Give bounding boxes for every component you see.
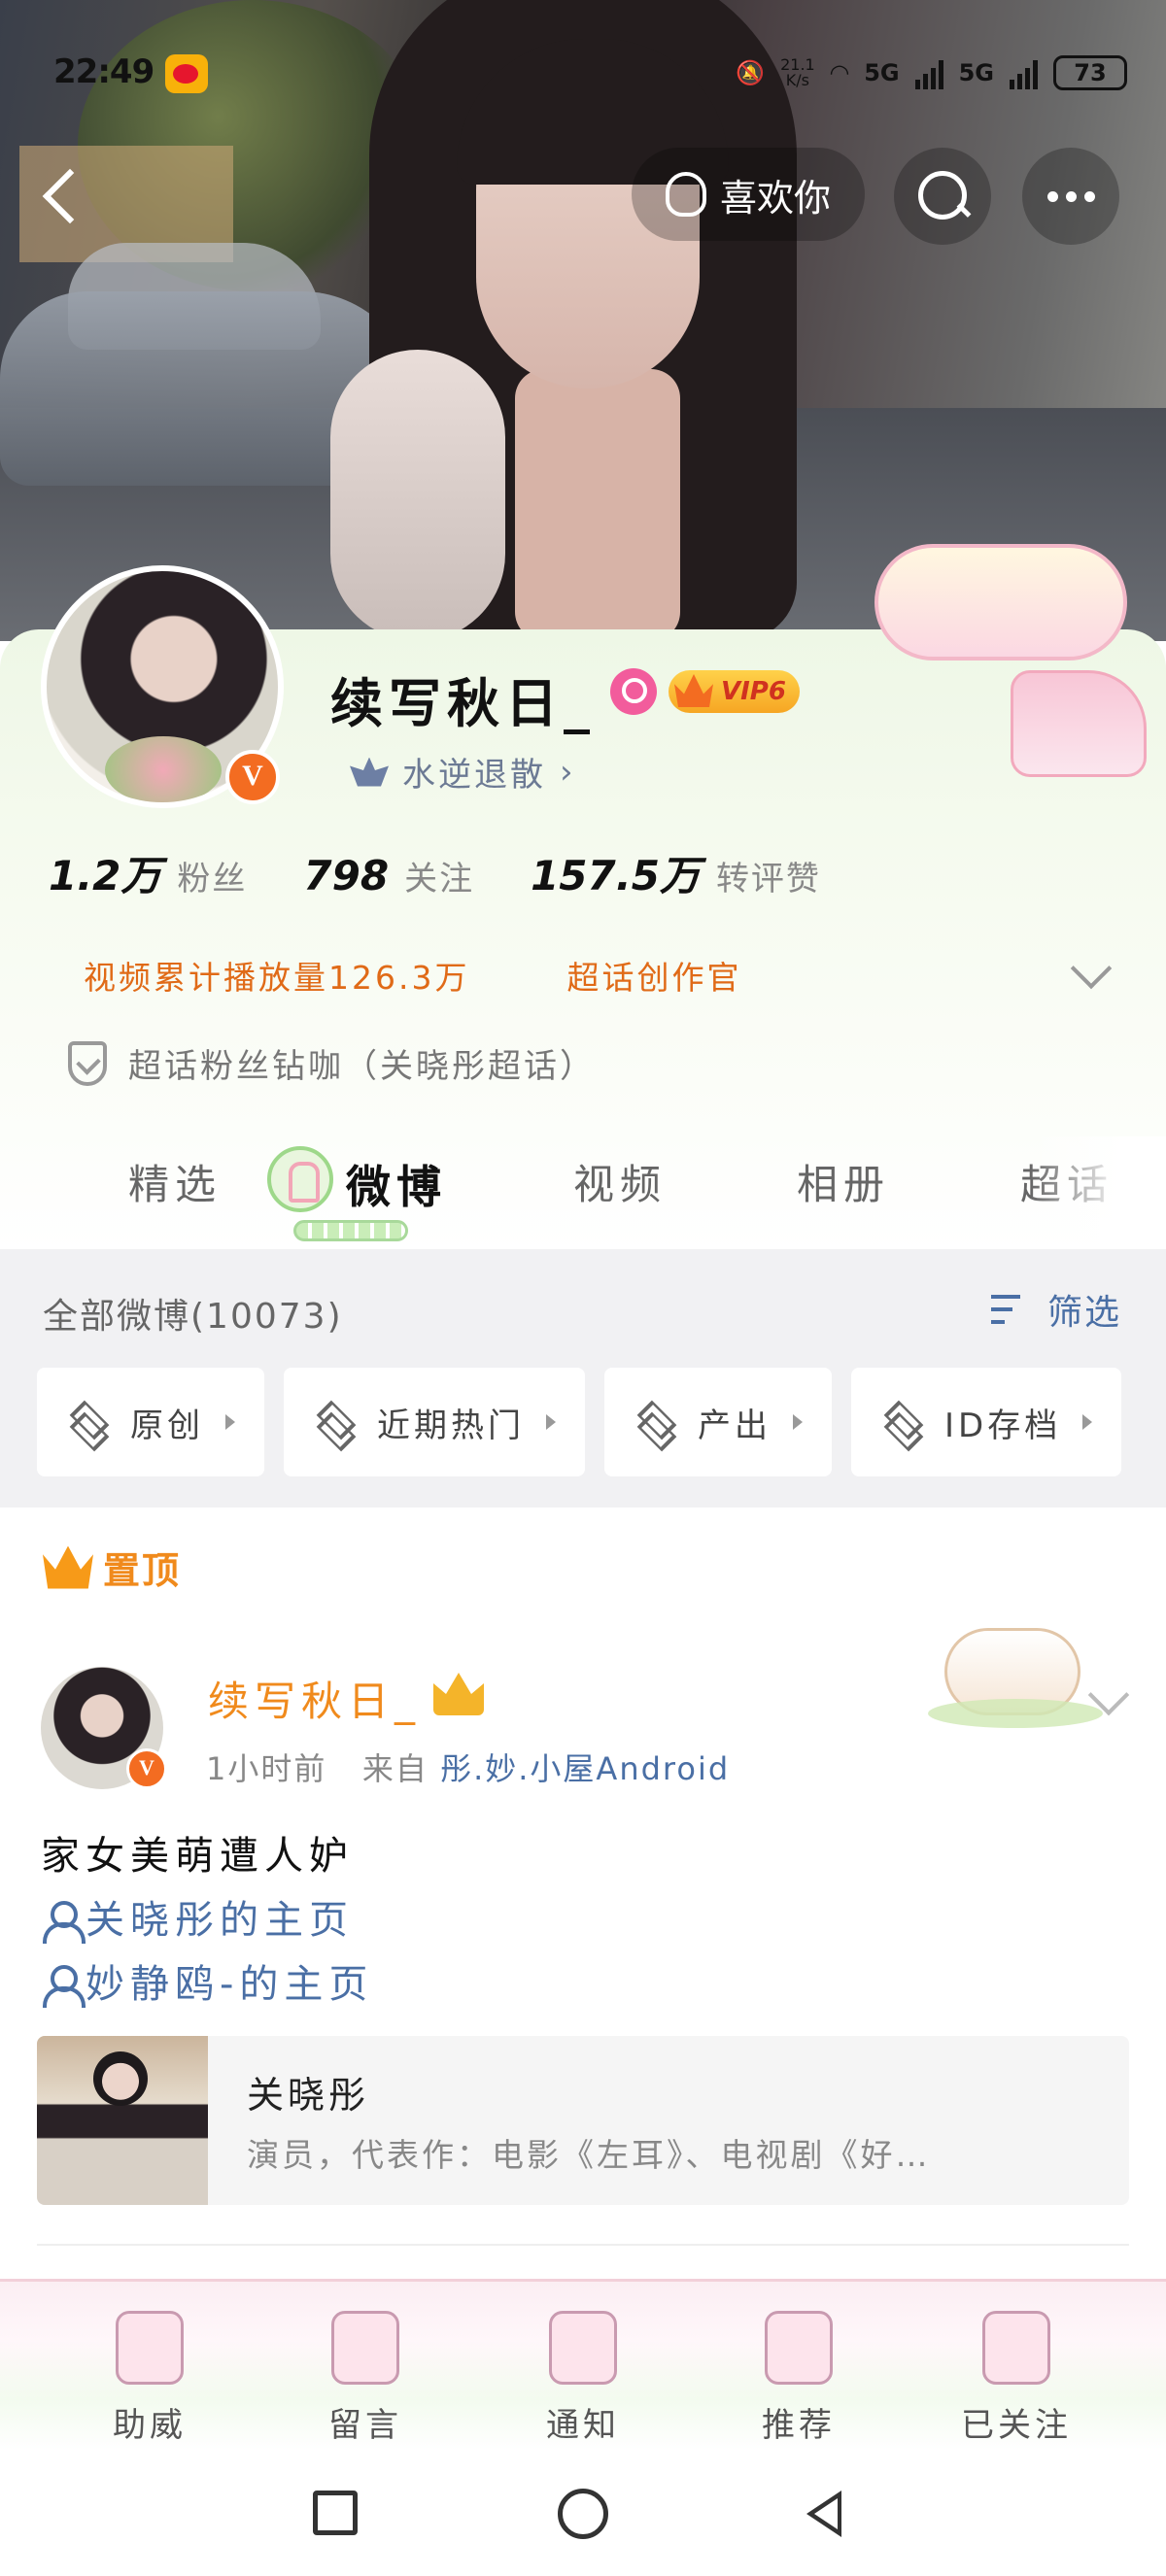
- profile-tag[interactable]: 水逆退散 ›: [350, 748, 576, 796]
- filter-label: 筛选: [1047, 1293, 1122, 1333]
- rose-icon: [549, 2311, 617, 2385]
- signal-bars-icon: [1010, 56, 1038, 89]
- home-icon[interactable]: [558, 2489, 608, 2539]
- chip-recent-hot[interactable]: 近期热门: [284, 1368, 585, 1476]
- bottom-message[interactable]: 留言: [288, 2311, 443, 2446]
- pinned-label: 置顶: [43, 1541, 181, 1594]
- status-time: 22:49: [53, 52, 154, 91]
- verified-badge-icon: V: [225, 750, 280, 804]
- profile-name: 续写秋日_: [330, 673, 596, 734]
- tab-fade: [1030, 1136, 1166, 1243]
- layers-icon: [634, 1403, 676, 1441]
- layers-icon: [66, 1403, 109, 1441]
- profile-link[interactable]: 妙静鸥-的主页: [41, 1952, 373, 2017]
- cake-sticker-decoration: [874, 544, 1127, 661]
- bottom-notify[interactable]: 通知: [505, 2311, 661, 2446]
- cup-icon: [116, 2311, 184, 2385]
- post-meta: 1小时前 来自 彤.妙.小屋Android: [206, 1745, 730, 1789]
- female-icon: [610, 668, 657, 715]
- filter-chips: 原创 近期热门 产出 ID存档: [37, 1368, 1122, 1476]
- vip-badge[interactable]: VIP6: [669, 670, 800, 713]
- chip-output[interactable]: 产出: [604, 1368, 832, 1476]
- signal-label-1: 5G: [864, 59, 900, 86]
- search-icon[interactable]: [894, 148, 991, 245]
- back-arrow-icon[interactable]: [37, 161, 95, 229]
- honor-video-plays[interactable]: 视频累计播放量126.3万: [84, 952, 469, 999]
- chip-original[interactable]: 原创: [37, 1368, 264, 1476]
- triangle-right-icon: [546, 1414, 556, 1430]
- system-nav-bar: [0, 2450, 1166, 2576]
- post-from-prefix: 来自: [361, 1750, 429, 1787]
- post-time: 1小时前: [206, 1750, 327, 1787]
- post-source[interactable]: 彤.妙.小屋Android: [440, 1750, 730, 1787]
- fan-status-row[interactable]: 超话粉丝钻咖（关晓彤超话）: [68, 1039, 596, 1087]
- profile-bottom-bar: 助威 留言 通知 推荐 已关注: [0, 2279, 1166, 2450]
- net-speed: 21.1 K/s: [780, 55, 815, 89]
- umbrella-icon: [765, 2311, 833, 2385]
- member-crown-icon: [433, 1673, 484, 1715]
- chevron-right-icon: ›: [560, 752, 576, 792]
- lotus-icon: [350, 757, 389, 787]
- bottom-recommend[interactable]: 推荐: [721, 2311, 876, 2446]
- back-triangle-icon[interactable]: [806, 2491, 841, 2537]
- like-label: 喜欢你: [719, 176, 831, 220]
- card-description: 演员，代表作：电影《左耳》、电视剧《好…: [247, 2136, 931, 2174]
- layers-icon: [313, 1403, 356, 1441]
- weibo-notification-icon: [165, 54, 208, 93]
- tab-active-indicator: [293, 1220, 408, 1241]
- post-author[interactable]: 续写秋日_: [208, 1669, 421, 1728]
- battery-icon: 73: [1053, 55, 1127, 90]
- profile-stats: 1.2万 粉丝 798 关注 157.5万 转评赞: [49, 843, 821, 902]
- stat-interactions[interactable]: 157.5万 转评赞: [531, 843, 821, 902]
- fan-status-text: 超话粉丝钻咖（关晓彤超话）: [128, 1047, 596, 1086]
- link-preview-card[interactable]: 关晓彤 演员，代表作：电影《左耳》、电视剧《好…: [37, 2036, 1129, 2205]
- post-body: 家女美萌遭人妒 关晓彤的主页 妙静鸥-的主页: [41, 1824, 373, 2017]
- cat-sticker-decoration: [928, 1628, 1103, 1728]
- card-title: 关晓彤: [247, 2074, 370, 2117]
- crown-icon: [43, 1545, 93, 1589]
- feed-filter-area: 全部微博(10073) 筛选 原创 近期热门 产出 ID存档: [0, 1249, 1166, 1508]
- shield-icon: [68, 1040, 107, 1086]
- divider: [37, 2244, 1129, 2246]
- profile-tabs: 精选 微博 视频 相册 超话: [0, 1136, 1166, 1243]
- wifi-icon: ◠: [830, 59, 849, 86]
- status-bar: 22:49 🔕 21.1 K/s ◠ 5G 5G 73: [0, 39, 1166, 107]
- honors-row: 视频累计播放量126.3万 超话创作官: [84, 952, 741, 999]
- stat-following[interactable]: 798 关注: [303, 852, 474, 899]
- recents-icon[interactable]: [313, 2491, 358, 2535]
- signal-bars-icon: [914, 56, 943, 89]
- cake-slice-decoration: [1011, 670, 1147, 777]
- tab-videos[interactable]: 视频: [573, 1152, 667, 1211]
- tab-featured[interactable]: 精选: [128, 1152, 222, 1211]
- post-text: 家女美萌遭人妒: [41, 1834, 354, 1879]
- popsicle-icon: [267, 1146, 333, 1212]
- jar-icon: [982, 2311, 1050, 2385]
- filter-button[interactable]: 筛选: [991, 1284, 1121, 1335]
- profile-link[interactable]: 关晓彤的主页: [41, 1888, 373, 1952]
- bottom-cheer[interactable]: 助威: [72, 2311, 227, 2446]
- like-button[interactable]: 喜欢你: [632, 148, 865, 241]
- layers-icon: [880, 1403, 923, 1441]
- profile-tag-text: 水逆退散: [402, 756, 546, 795]
- signal-label-2: 5G: [958, 59, 994, 86]
- hand-like-icon: [665, 172, 706, 217]
- user-icon: [41, 1963, 86, 2008]
- mute-icon: 🔕: [736, 59, 766, 86]
- all-posts-count: 全部微博(10073): [43, 1297, 343, 1337]
- honor-creator[interactable]: 超话创作官: [566, 952, 741, 999]
- sort-filter-icon: [991, 1291, 1036, 1328]
- tab-weibo[interactable]: 微博: [346, 1152, 447, 1216]
- user-icon: [41, 1899, 86, 1944]
- bottom-following[interactable]: 已关注: [939, 2311, 1094, 2446]
- triangle-right-icon: [225, 1414, 235, 1430]
- triangle-right-icon: [1082, 1414, 1093, 1430]
- more-icon[interactable]: [1022, 148, 1119, 245]
- triangle-right-icon: [793, 1414, 803, 1430]
- watermelon-icon: [331, 2311, 399, 2385]
- chip-id-archive[interactable]: ID存档: [851, 1368, 1122, 1476]
- card-thumbnail: [37, 2036, 208, 2205]
- stat-followers[interactable]: 1.2万 粉丝: [49, 843, 247, 902]
- verified-badge-icon: V: [126, 1748, 167, 1789]
- tab-albums[interactable]: 相册: [797, 1152, 890, 1211]
